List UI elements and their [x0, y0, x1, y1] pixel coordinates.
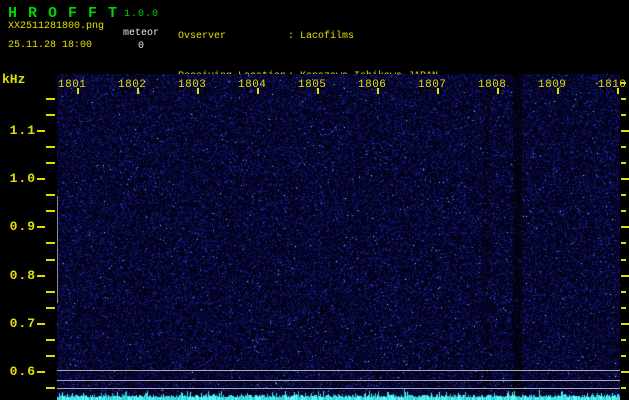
- y-minor-tick-left: [46, 339, 55, 341]
- carrier-line: [57, 370, 620, 371]
- y-minor-tick-right: [621, 162, 626, 164]
- y-major-tick-right: [621, 275, 629, 277]
- y-major-tick-left: [37, 178, 45, 180]
- carrier-line: [57, 388, 620, 389]
- y-minor-tick-left: [46, 242, 55, 244]
- x-time-label: 1807: [418, 79, 447, 91]
- minute-tick: [617, 88, 619, 94]
- y-minor-tick-left: [46, 162, 55, 164]
- x-time-label: 1805: [298, 79, 327, 91]
- y-minor-tick-left: [46, 98, 55, 100]
- y-minor-tick-right: [621, 98, 626, 100]
- y-major-tick-left: [37, 226, 45, 228]
- y-minor-tick-right: [621, 259, 626, 261]
- y-minor-tick-right: [621, 307, 626, 309]
- y-minor-tick-left: [46, 291, 55, 293]
- hrofft-screen: H R O F F T 1.0.0 XX2511281800.png meteo…: [0, 0, 629, 400]
- y-axis-tick-label: 1.0: [9, 171, 36, 186]
- x-time-label: 1808: [478, 79, 507, 91]
- minute-tick: [437, 88, 439, 94]
- carrier-line: [57, 380, 620, 381]
- y-minor-tick-left: [46, 146, 55, 148]
- app-title: H R O F F T: [8, 5, 119, 22]
- y-major-tick-right: [621, 226, 629, 228]
- y-minor-tick-right: [621, 339, 626, 341]
- minute-tick: [317, 88, 319, 94]
- capture-filename: XX2511281800.png: [8, 21, 105, 32]
- y-major-tick-right: [621, 371, 629, 373]
- x-time-label: 1806: [358, 79, 387, 91]
- info-separator: :: [288, 31, 295, 43]
- minute-tick: [197, 88, 199, 94]
- y-axis-unit-label: kHz: [2, 72, 26, 87]
- meteor-count: 0: [138, 41, 145, 52]
- x-time-label: 1803: [178, 79, 207, 91]
- y-minor-tick-left: [46, 355, 55, 357]
- app-version: 1.0.0: [124, 9, 160, 20]
- minute-tick: [377, 88, 379, 94]
- y-major-tick-right: [621, 323, 629, 325]
- x-time-label: 1804: [238, 79, 267, 91]
- capture-timestamp: 25.11.28 18:00: [8, 40, 93, 51]
- y-major-tick-left: [37, 130, 45, 132]
- x-time-label: 1801: [58, 79, 87, 91]
- calibration-line: [57, 196, 58, 303]
- y-major-tick-left: [37, 275, 45, 277]
- y-minor-tick-right: [621, 114, 626, 116]
- x-time-label: 1802: [118, 79, 147, 91]
- minute-tick: [77, 88, 79, 94]
- y-minor-tick-left: [46, 194, 55, 196]
- y-axis-tick-label: 0.8: [9, 268, 36, 283]
- y-minor-tick-right: [621, 387, 626, 389]
- minute-tick: [137, 88, 139, 94]
- mode-label: meteor: [123, 28, 160, 39]
- info-label: Ovserver: [178, 31, 227, 43]
- y-minor-tick-right: [621, 194, 626, 196]
- y-axis-tick-label: 0.6: [9, 364, 36, 379]
- y-axis-tick-label: 0.7: [9, 316, 36, 331]
- spectrogram-noise-canvas: [57, 74, 620, 400]
- y-minor-tick-left: [46, 259, 55, 261]
- y-major-tick-left: [37, 371, 45, 373]
- y-minor-tick-left: [46, 210, 55, 212]
- minute-tick: [497, 88, 499, 94]
- y-minor-tick-left: [46, 114, 55, 116]
- y-minor-tick-left: [46, 307, 55, 309]
- minute-tick: [257, 88, 259, 94]
- y-minor-tick-right: [621, 355, 626, 357]
- y-minor-tick-right: [621, 146, 626, 148]
- y-major-tick-right: [621, 130, 629, 132]
- info-row-observer: Ovserver: Lacofilms: [178, 30, 438, 43]
- y-minor-tick-right: [621, 210, 626, 212]
- y-major-tick-left: [37, 323, 45, 325]
- minute-tick: [557, 88, 559, 94]
- info-value: Lacofilms: [300, 31, 355, 43]
- y-minor-tick-right: [621, 242, 626, 244]
- y-minor-tick-right: [621, 291, 626, 293]
- y-axis-tick-label: 0.9: [9, 219, 36, 234]
- y-major-tick-right: [621, 178, 629, 180]
- x-time-label: 1810: [598, 79, 627, 91]
- y-axis-tick-label: 1.1: [9, 123, 36, 138]
- x-time-label: 1809: [538, 79, 567, 91]
- y-minor-tick-left: [46, 387, 55, 389]
